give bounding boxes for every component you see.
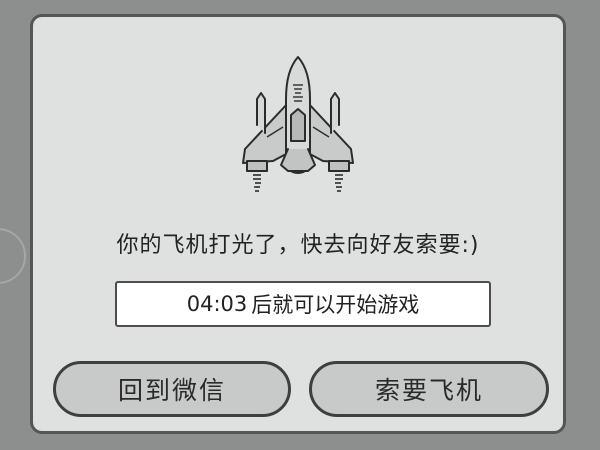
out-of-planes-message: 你的飞机打光了，快去向好友索要:) — [116, 233, 480, 258]
countdown-suffix: 后就可以开始游戏 — [251, 293, 420, 317]
back-to-wechat-button[interactable]: 回到微信 — [53, 361, 291, 417]
background-circle-decoration — [0, 228, 26, 284]
plane-icon — [242, 56, 354, 192]
out-of-planes-dialog: 你的飞机打光了，快去向好友索要:) 04:03 后就可以开始游戏 回到微信 索要… — [30, 14, 566, 434]
countdown-time: 04:03 — [186, 292, 248, 316]
countdown-box: 04:03 后就可以开始游戏 — [115, 281, 491, 327]
request-plane-button[interactable]: 索要飞机 — [309, 361, 549, 417]
